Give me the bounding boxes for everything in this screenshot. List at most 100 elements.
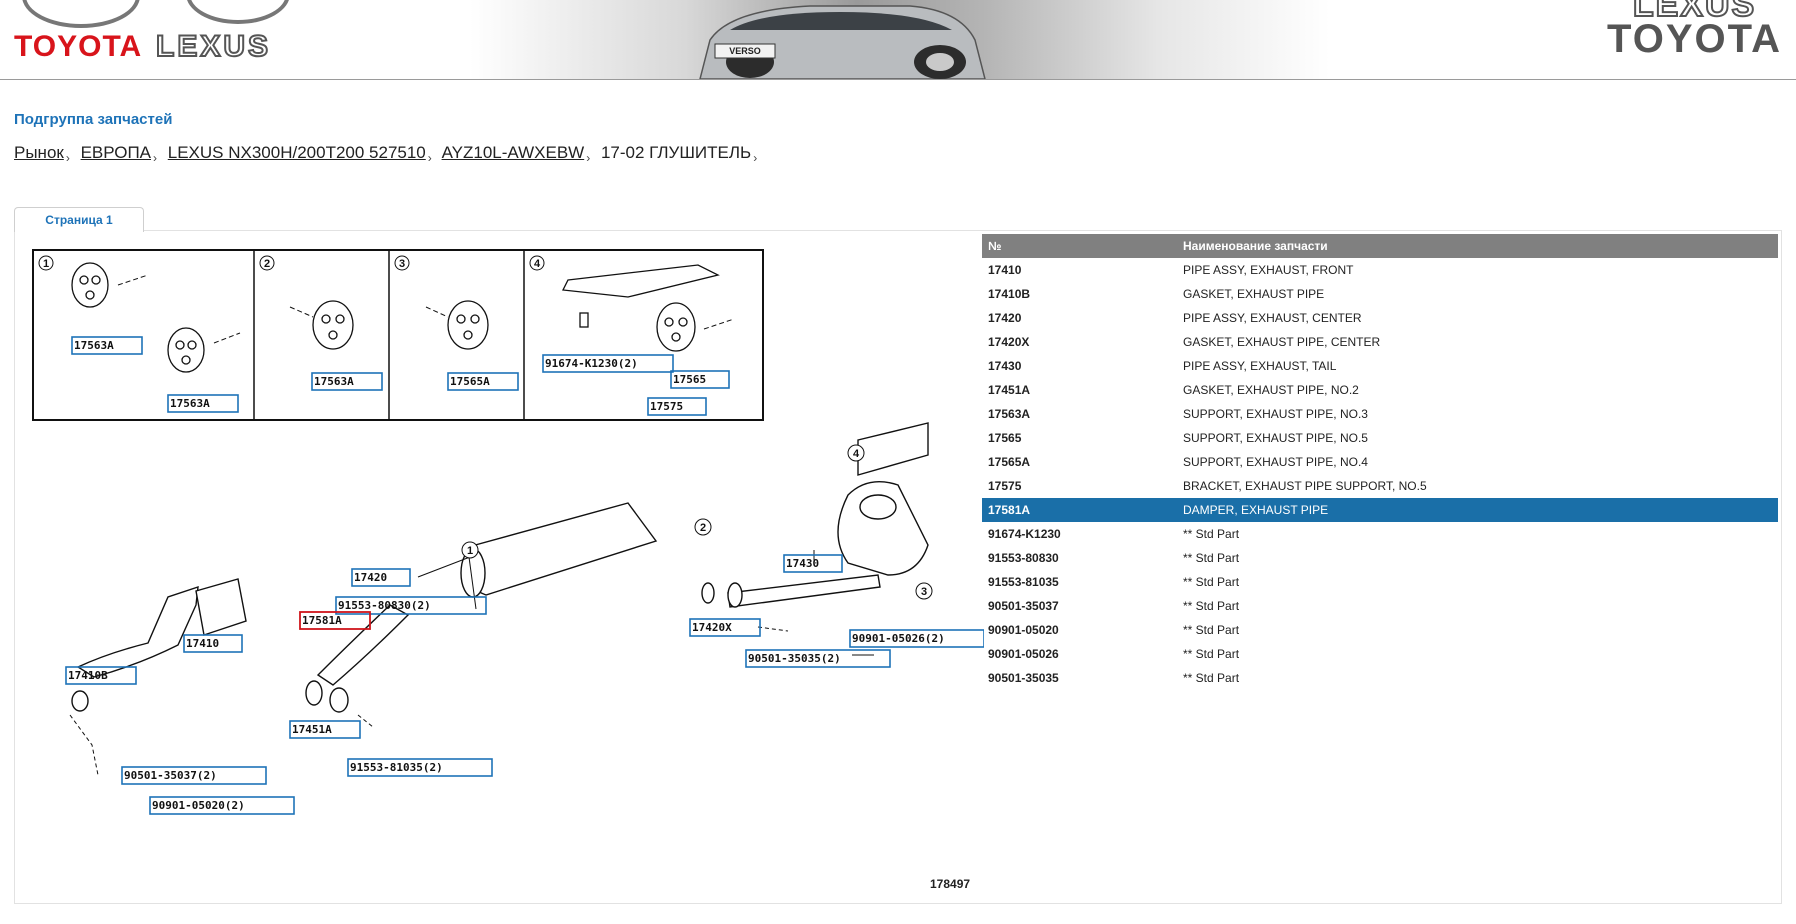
part-number: 90901-05020 <box>988 623 1059 637</box>
part-number: 17410 <box>988 263 1022 277</box>
part-name: GASKET, EXHAUST PIPE, CENTER <box>1183 335 1381 349</box>
callout-label[interactable]: 17563A <box>170 397 210 410</box>
part-number: 17565 <box>988 431 1022 445</box>
callout-label[interactable]: 91674-K1230(2) <box>545 357 638 370</box>
diagram-number: 3 <box>921 586 927 598</box>
table-row[interactable]: 90501-35035 ** Std Part <box>982 666 1778 690</box>
diagram-number: 2 <box>700 522 706 534</box>
part-name: ** Std Part <box>1183 575 1240 589</box>
callout-label[interactable]: 17430 <box>786 557 819 570</box>
table-row[interactable]: 17451A GASKET, EXHAUST PIPE, NO.2 <box>982 378 1778 402</box>
callout-label-selected[interactable]: 17581A <box>302 614 342 627</box>
part-name: PIPE ASSY, EXHAUST, TAIL <box>1183 359 1337 373</box>
right-brand-logo[interactable]: LEXUS TOYOTA <box>1607 0 1782 61</box>
breadcrumb-market[interactable]: Рынок <box>14 143 64 162</box>
part-number: 91553-80830 <box>988 551 1059 565</box>
table-row[interactable]: 17565 SUPPORT, EXHAUST PIPE, NO.5 <box>982 426 1778 450</box>
callout-label[interactable]: 17420X <box>692 621 732 634</box>
callout-label[interactable]: 17563A <box>74 339 114 352</box>
table-row[interactable]: 91674-K1230 ** Std Part <box>982 522 1778 546</box>
callout-label[interactable]: 17410B <box>68 669 108 682</box>
callout-label[interactable]: 90501-35035(2) <box>748 652 841 665</box>
page-title: Подгруппа запчастей <box>14 111 173 128</box>
diagram-number: 1 <box>467 545 473 557</box>
part-number: 17565A <box>988 455 1031 469</box>
table-row[interactable]: 17420 PIPE ASSY, EXHAUST, CENTER <box>982 306 1778 330</box>
part-number: 17410B <box>988 287 1031 301</box>
breadcrumb-model[interactable]: LEXUS NX300H/200T200 527510 <box>168 143 426 162</box>
diagram-number: 4 <box>853 448 860 460</box>
breadcrumb-separator-icon: › <box>586 151 591 165</box>
figure-number: 178497 <box>930 877 971 891</box>
inset-number: 4 <box>534 258 541 270</box>
part-name: SUPPORT, EXHAUST PIPE, NO.5 <box>1183 431 1368 445</box>
table-row[interactable]: 17420X GASKET, EXHAUST PIPE, CENTER <box>982 330 1778 354</box>
toyota-emblem-icon <box>22 0 140 28</box>
part-name: DAMPER, EXHAUST PIPE <box>1177 498 1778 522</box>
breadcrumb-separator-icon: › <box>753 151 758 165</box>
breadcrumb: Рынок › ЕВРОПА › LEXUS NX300H/200T200 5275… <box>14 143 763 165</box>
lexus-logo[interactable]: LEXUS <box>155 29 271 64</box>
tab-page-1[interactable]: Страница 1 <box>14 207 144 232</box>
table-row[interactable]: 91553-80830 ** Std Part <box>982 546 1778 570</box>
breadcrumb-region[interactable]: ЕВРОПА <box>81 143 151 162</box>
breadcrumb-separator-icon: › <box>153 151 158 165</box>
callout-label[interactable]: 17410 <box>186 637 219 650</box>
breadcrumb-separator-icon: › <box>65 151 70 165</box>
part-number: 17451A <box>988 383 1031 397</box>
car-banner-image: VERSO <box>699 5 986 79</box>
breadcrumb-separator-icon: › <box>427 151 432 165</box>
car-badge: VERSO <box>729 46 761 56</box>
toyota-logo[interactable]: TOYOTA <box>14 30 142 64</box>
table-row[interactable]: 90501-35037 ** Std Part <box>982 594 1778 618</box>
table-row[interactable]: 17410 PIPE ASSY, EXHAUST, FRONT <box>982 258 1778 282</box>
table-row[interactable]: 91553-81035 ** Std Part <box>982 570 1778 594</box>
callout-label[interactable]: 90501-35037(2) <box>124 769 217 782</box>
part-number: 90501-35035 <box>988 671 1059 685</box>
table-row[interactable]: 90901-05020 ** Std Part <box>982 618 1778 642</box>
table-row[interactable]: 17565A SUPPORT, EXHAUST PIPE, NO.4 <box>982 450 1778 474</box>
inset-number: 3 <box>399 258 405 270</box>
inset-number: 2 <box>264 258 270 270</box>
part-number: 91674-K1230 <box>988 527 1061 541</box>
callout-label[interactable]: 17565A <box>450 375 490 388</box>
part-name: ** Std Part <box>1183 527 1240 541</box>
part-name: PIPE ASSY, EXHAUST, FRONT <box>1183 263 1354 277</box>
part-name: ** Std Part <box>1183 671 1240 685</box>
table-row[interactable]: 17563A SUPPORT, EXHAUST PIPE, NO.3 <box>982 402 1778 426</box>
part-name: ** Std Part <box>1183 623 1240 637</box>
part-name: ** Std Part <box>1183 647 1240 661</box>
table-header-row: № Наименование запчасти <box>982 234 1778 258</box>
callout-label[interactable]: 17451A <box>292 723 332 736</box>
callout-label[interactable]: 17420 <box>354 571 387 584</box>
table-row[interactable]: 17410B GASKET, EXHAUST PIPE <box>982 282 1778 306</box>
callout-label[interactable]: 17565 <box>673 373 706 386</box>
parts-table: № Наименование запчасти 17410 PIPE ASSY, … <box>982 234 1778 690</box>
callout-label[interactable]: 90901-05026(2) <box>852 632 945 645</box>
part-number: 17581A <box>982 498 1177 522</box>
table-row[interactable]: 90901-05026 ** Std Part <box>982 642 1778 666</box>
lexus-emblem-icon <box>186 0 290 24</box>
callout-label[interactable]: 17563A <box>314 375 354 388</box>
callout-label[interactable]: 91553-80830(2) <box>338 599 431 612</box>
right-toyota-word: TOYOTA <box>1607 16 1782 61</box>
site-header: TOYOTA LEXUS VERSO LEXUS TOYOTA <box>0 0 1796 80</box>
inset-number: 1 <box>43 258 49 270</box>
part-number: 17420X <box>988 335 1030 349</box>
part-name: BRACKET, EXHAUST PIPE SUPPORT, NO.5 <box>1183 479 1427 493</box>
table-row[interactable]: 17575 BRACKET, EXHAUST PIPE SUPPORT, NO.5 <box>982 474 1778 498</box>
table-row-selected[interactable]: 17581A DAMPER, EXHAUST PIPE <box>982 498 1778 522</box>
part-name: ** Std Part <box>1183 551 1240 565</box>
exhaust-diagram: 1 2 3 4 1 2 3 4 17563A 17563A 17563A 175… <box>32 249 984 815</box>
breadcrumb-frame[interactable]: AYZ10L-AWXEBW <box>442 143 585 162</box>
callout-label[interactable]: 90901-05020(2) <box>152 799 245 812</box>
breadcrumb-current: 17-02 ГЛУШИТЕЛЬ <box>600 143 752 162</box>
column-header-name: Наименование запчасти <box>1177 234 1778 258</box>
table-row[interactable]: 17430 PIPE ASSY, EXHAUST, TAIL <box>982 354 1778 378</box>
part-number: 90501-35037 <box>988 599 1059 613</box>
callout-label[interactable]: 17575 <box>650 400 683 413</box>
part-number: 17563A <box>988 407 1031 421</box>
part-name: GASKET, EXHAUST PIPE, NO.2 <box>1183 383 1359 397</box>
part-name: PIPE ASSY, EXHAUST, CENTER <box>1183 311 1362 325</box>
callout-label[interactable]: 91553-81035(2) <box>350 761 443 774</box>
